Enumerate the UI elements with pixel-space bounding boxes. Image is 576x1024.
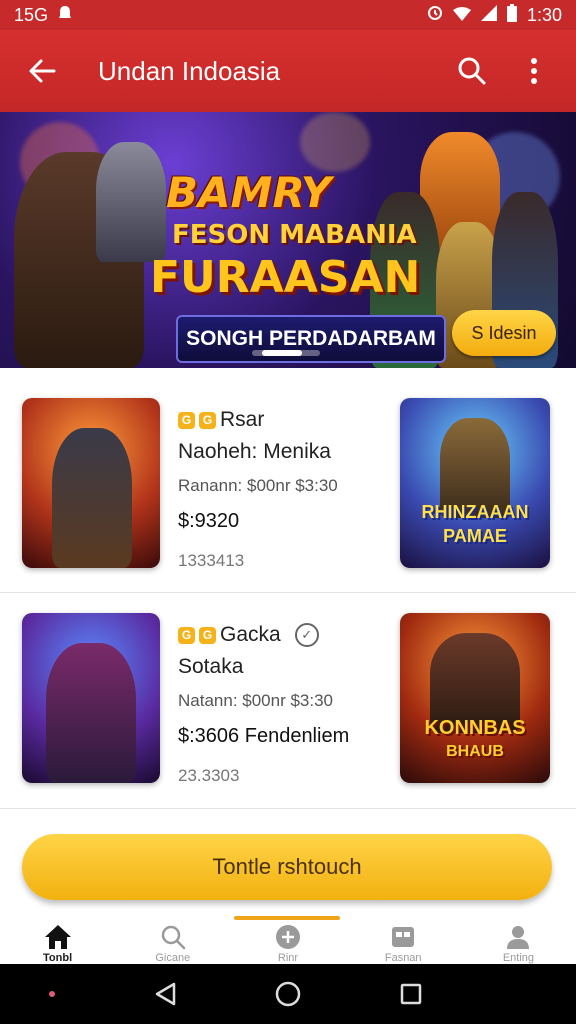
status-left-text: 15G bbox=[14, 4, 49, 25]
item-price-range: Ranann: $00nr $3:30 bbox=[178, 476, 338, 495]
thumbnail-text-1: KONNBAS bbox=[424, 717, 526, 739]
status-time: 1:30 bbox=[526, 4, 562, 25]
verified-icon: ✓ bbox=[294, 623, 319, 647]
battery-icon bbox=[506, 3, 517, 27]
games-icon bbox=[276, 925, 300, 949]
notification-icon bbox=[58, 5, 72, 26]
tab-search[interactable]: Gicane bbox=[115, 912, 230, 964]
primary-action-button[interactable]: Tontle rshtouch bbox=[22, 834, 552, 900]
bottom-tab-bar: Tonbl Gicane Rinr Fasnan Enting bbox=[0, 912, 576, 964]
game-thumbnail[interactable]: RHINZAAAN PAMAE bbox=[400, 398, 550, 568]
search-icon bbox=[458, 57, 486, 85]
tab-label: Enting bbox=[502, 952, 535, 964]
item-count: 1333413 bbox=[178, 551, 245, 570]
game-thumbnail[interactable] bbox=[22, 398, 160, 568]
game-thumbnail[interactable]: KONNBAS BHAUB bbox=[400, 613, 550, 783]
coin-icon: G bbox=[199, 411, 216, 429]
game-thumbnail[interactable] bbox=[22, 613, 160, 783]
nav-home-icon[interactable] bbox=[275, 981, 301, 1007]
back-button[interactable] bbox=[22, 51, 62, 91]
page-title: Undan Indoasia bbox=[98, 55, 281, 86]
thumbnail-text-2: BHAUB bbox=[446, 743, 504, 760]
more-vertical-icon bbox=[531, 58, 537, 84]
system-nav-bar bbox=[0, 964, 576, 1024]
banner-headline-3: FURAASAN bbox=[150, 252, 421, 303]
list-item[interactable]: G G Rsar Naoheh: Menika Ranann: $00nr $3… bbox=[0, 378, 576, 592]
banner-headline-1: BAMRY bbox=[166, 168, 332, 217]
thumbnail-text-1: RHINZAAAN bbox=[421, 502, 529, 522]
item-title: Rsar bbox=[220, 408, 265, 431]
nav-recents-icon[interactable] bbox=[400, 983, 422, 1005]
tab-profile[interactable]: Enting bbox=[461, 912, 576, 964]
wifi-icon bbox=[452, 5, 471, 26]
status-bar: 15G 1:30 bbox=[0, 0, 576, 30]
nav-dot-icon bbox=[49, 991, 56, 997]
tab-home[interactable]: Tonbl bbox=[0, 912, 115, 964]
search-button[interactable] bbox=[452, 51, 492, 91]
tab-label: Tonbl bbox=[43, 952, 73, 964]
more-options-button[interactable] bbox=[514, 51, 554, 91]
cards-icon bbox=[392, 927, 415, 947]
thumbnail-text-2: PAMAE bbox=[443, 526, 507, 546]
item-count: 23.3303 bbox=[178, 766, 240, 785]
item-title: Gacka bbox=[220, 623, 281, 646]
profile-icon bbox=[507, 926, 530, 949]
tab-cards[interactable]: Fasnan bbox=[346, 912, 461, 964]
coin-icon: G bbox=[199, 626, 216, 644]
banner-headline-2: FESON MABANIA bbox=[172, 220, 417, 250]
divider bbox=[0, 808, 576, 809]
back-arrow-icon bbox=[29, 59, 56, 83]
alarm-icon bbox=[427, 5, 443, 26]
app-bar: Undan Indoasia bbox=[0, 30, 576, 112]
item-price-range: Natann: $00nr $3:30 bbox=[178, 691, 334, 710]
coin-icon: G bbox=[178, 626, 195, 644]
promo-banner[interactable]: BAMRY FESON MABANIA FURAASAN SONGH PERDA… bbox=[0, 112, 576, 368]
carousel-indicator[interactable] bbox=[252, 350, 320, 356]
search-icon bbox=[161, 925, 186, 950]
item-subtitle: Naoheh: Menika bbox=[178, 440, 331, 463]
tab-label: Rinr bbox=[277, 952, 299, 964]
item-amount: $:9320 bbox=[178, 510, 240, 532]
signal-icon bbox=[480, 4, 497, 26]
banner-cta-button[interactable]: S Idesin bbox=[452, 310, 556, 356]
tab-label: Gicane bbox=[155, 952, 191, 964]
item-subtitle: Sotaka bbox=[178, 655, 244, 678]
item-amount: $:3606 Fendenliem bbox=[178, 725, 350, 747]
coin-icon: G bbox=[178, 411, 195, 429]
list-item[interactable]: G G Gacka ✓ Sotaka Natann: $00nr $3:30 $… bbox=[0, 593, 576, 807]
nav-back-icon[interactable] bbox=[154, 982, 176, 1006]
tab-indicator bbox=[234, 916, 340, 920]
home-icon bbox=[44, 925, 71, 949]
tab-label: Fasnan bbox=[384, 952, 422, 964]
